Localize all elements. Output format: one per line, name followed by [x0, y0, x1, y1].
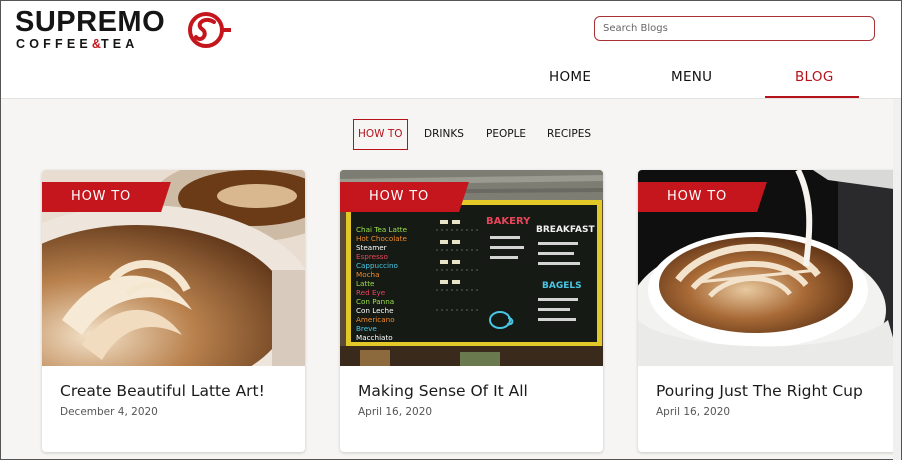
nav-menu[interactable]: MENU: [671, 69, 712, 85]
card-tag[interactable]: HOW TO: [638, 182, 756, 212]
menu-item: Macchiato: [356, 333, 393, 342]
menu-item: Breve: [356, 324, 377, 333]
search-input[interactable]: [594, 16, 875, 41]
menu-item: Americano: [356, 315, 395, 324]
card-date: December 4, 2020: [60, 406, 158, 418]
card-date: April 16, 2020: [656, 406, 731, 418]
menu-item: Con Leche: [356, 306, 394, 315]
blog-card[interactable]: HOW TO Create Beautiful Latte Art! Decem…: [42, 170, 305, 452]
filter-recipes[interactable]: RECIPES: [547, 119, 591, 150]
nav-home[interactable]: HOME: [549, 69, 591, 85]
brand-tagline: COFFEE&TEA: [16, 37, 139, 51]
menu-item: Chai Tea Latte: [356, 225, 408, 234]
nav-blog[interactable]: BLOG: [795, 69, 834, 85]
card-title[interactable]: Create Beautiful Latte Art!: [60, 382, 265, 400]
card-title[interactable]: Making Sense Of It All: [358, 382, 528, 400]
menu-item: Red Eye: [356, 288, 386, 297]
filter-people[interactable]: PEOPLE: [486, 119, 526, 150]
blog-card[interactable]: HOW TO Pouring Just The Right Cup April …: [638, 170, 901, 452]
card-date: April 16, 2020: [358, 406, 433, 418]
filter-how-to[interactable]: HOW TO: [353, 119, 408, 150]
site-header: SUPREMO COFFEE&TEA HOME MENU BLOG: [1, 1, 901, 99]
brand-logo[interactable]: SUPREMO COFFEE&TEA: [15, 7, 235, 53]
brand-name: SUPREMO: [15, 6, 166, 38]
menu-item: Steamer: [356, 243, 387, 252]
card-tag[interactable]: HOW TO: [340, 182, 458, 212]
menu-heading: BAKERY: [486, 216, 531, 227]
blog-card[interactable]: BAKERY BREAKFAST BAGELS Chai Tea Latte H…: [340, 170, 603, 452]
menu-heading: BREAKFAST: [536, 225, 595, 235]
brand-mark-icon: [188, 12, 231, 48]
filter-drinks[interactable]: DRINKS: [424, 119, 464, 150]
page-scrollbar[interactable]: [893, 99, 901, 460]
card-tag[interactable]: HOW TO: [42, 182, 160, 212]
menu-item: Mocha: [356, 270, 380, 279]
card-title[interactable]: Pouring Just The Right Cup: [656, 382, 863, 400]
menu-item: Hot Chocolate: [356, 234, 407, 243]
brand-tagline-left: COFFEE: [16, 37, 92, 51]
brand-tagline-right: TEA: [100, 37, 139, 51]
menu-item: Con Panna: [356, 297, 394, 306]
menu-item: Espresso: [356, 252, 388, 261]
brand-tagline-amp: &: [91, 37, 101, 51]
nav-active-indicator: [765, 96, 859, 98]
category-filters: HOW TO DRINKS PEOPLE RECIPES: [1, 119, 901, 151]
menu-heading: BAGELS: [542, 281, 582, 291]
main-nav: HOME MENU BLOG: [1, 61, 901, 99]
menu-item: Latte: [356, 279, 375, 288]
menu-item: Cappuccino: [356, 261, 398, 270]
